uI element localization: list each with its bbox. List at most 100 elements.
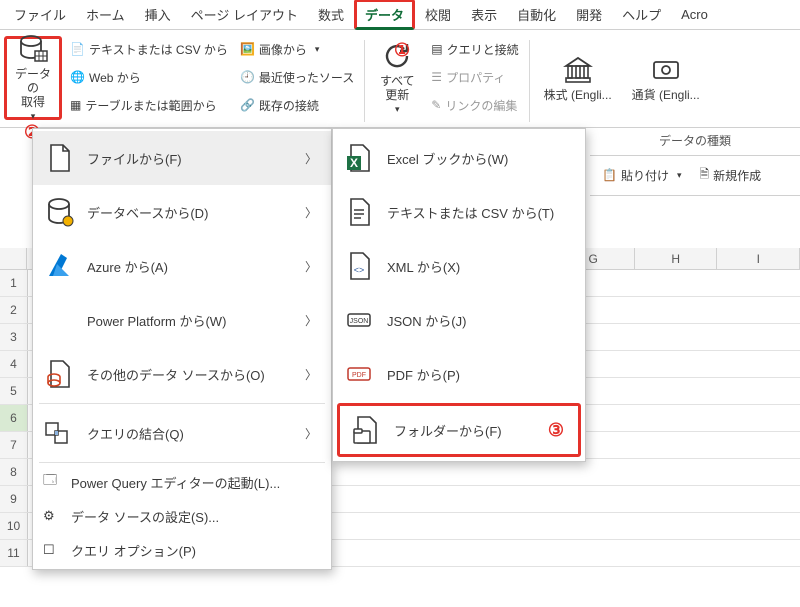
svg-text:X: X <box>350 156 358 170</box>
tab-dev[interactable]: 開発 <box>566 0 612 29</box>
col-header[interactable]: H <box>635 248 718 269</box>
menu-from-file[interactable]: ファイルから(F) 〉 <box>33 131 331 185</box>
tab-view[interactable]: 表示 <box>461 0 507 29</box>
currency-label: 通貨 (Engli... <box>632 88 700 102</box>
chevron-down-icon: ▾ <box>31 109 36 123</box>
paste-icon: 📋 <box>602 168 617 182</box>
refresh-all-button[interactable]: すべて 更新 ▾ <box>371 36 423 120</box>
existing-connections-button[interactable]: 🔗 既存の接続 <box>236 92 358 118</box>
tab-acrobat[interactable]: Acro <box>671 2 718 27</box>
tab-layout[interactable]: ページ レイアウト <box>181 0 308 29</box>
queries-column: ▤ クエリと接続 ☰ プロパティ ✎ リンクの編集 <box>427 36 522 118</box>
from-text-csv-button[interactable]: 📄 テキストまたは CSV から <box>66 36 232 62</box>
row-header[interactable]: 9 <box>0 486 28 512</box>
from-image-button[interactable]: 🖼️ 画像から▾ <box>236 36 358 62</box>
submenu-from-xml[interactable]: <> XML から(X) <box>333 239 585 293</box>
get-data-label: データの 取得 <box>11 67 55 109</box>
properties-button[interactable]: ☰ プロパティ <box>427 64 522 90</box>
data-types-group-label: データの種類 <box>590 128 800 156</box>
options-icon: ☐ <box>43 542 61 558</box>
submenu-from-pdf[interactable]: PDF PDF から(P) <box>333 347 585 401</box>
refresh-icon <box>381 40 413 72</box>
chevron-right-icon: 〉 <box>305 258 317 275</box>
menu-from-other[interactable]: その他のデータ ソースから(O) 〉 <box>33 347 331 401</box>
separator <box>364 40 365 122</box>
editor-icon: 🗔 <box>43 471 61 493</box>
row-header[interactable]: 3 <box>0 324 28 350</box>
bank-icon <box>562 54 594 86</box>
separator <box>529 40 530 122</box>
svg-text:<>: <> <box>354 265 365 275</box>
gear-icon: ⚙ <box>43 508 61 524</box>
tab-review[interactable]: 校閲 <box>415 0 461 29</box>
json-icon: JSON <box>343 304 375 336</box>
row-header[interactable]: 5 <box>0 378 28 404</box>
tab-data[interactable]: データ <box>354 0 415 30</box>
row-header[interactable]: 8 <box>0 459 28 485</box>
recent-sources-button[interactable]: 🕘 最近使ったソース <box>236 64 358 90</box>
from-file-submenu: X Excel ブックから(W) テキストまたは CSV から(T) <> XM… <box>332 128 586 462</box>
link-edit-icon: ✎ <box>431 98 441 112</box>
file-icon <box>43 142 75 174</box>
tab-help[interactable]: ヘルプ <box>612 0 671 29</box>
row-header[interactable]: 11 <box>0 540 28 566</box>
table-icon: ▦ <box>70 98 81 112</box>
blank-icon <box>43 304 75 336</box>
cash-icon <box>650 54 682 86</box>
list-icon: ▤ <box>431 42 442 56</box>
menu-from-power-platform[interactable]: Power Platform から(W) 〉 <box>33 293 331 347</box>
menu-launch-pq-editor[interactable]: 🗔 Power Query エディターの起動(L)... <box>33 465 331 499</box>
paste-button[interactable]: 📋 貼り付け▾ <box>598 162 686 188</box>
tab-home[interactable]: ホーム <box>76 0 135 29</box>
from-web-button[interactable]: 🌐 Web から <box>66 64 232 90</box>
queries-connections-button[interactable]: ▤ クエリと接続 <box>427 36 522 62</box>
get-data-menu: ファイルから(F) 〉 データベースから(D) 〉 Azure から(A) 〉 … <box>32 128 332 570</box>
azure-icon <box>43 250 75 282</box>
row-header[interactable]: 2 <box>0 297 28 323</box>
combine-icon <box>43 417 75 449</box>
new-file-icon: 🗎 <box>700 165 710 186</box>
tab-file[interactable]: ファイル <box>4 0 76 29</box>
chevron-down-icon: ▾ <box>395 102 400 116</box>
chevron-right-icon: 〉 <box>305 366 317 383</box>
submenu-from-json[interactable]: JSON JSON から(J) <box>333 293 585 347</box>
annotation-3: ③ <box>548 420 564 441</box>
menu-query-options[interactable]: ☐ クエリ オプション(P) <box>33 533 331 567</box>
menu-from-database[interactable]: データベースから(D) 〉 <box>33 185 331 239</box>
svg-text:PDF: PDF <box>352 372 366 379</box>
tab-formulas[interactable]: 数式 <box>308 0 354 29</box>
submenu-from-folder[interactable]: フォルダーから(F) ③ <box>337 403 581 457</box>
tab-insert[interactable]: 挿入 <box>135 0 181 29</box>
menu-from-azure[interactable]: Azure から(A) 〉 <box>33 239 331 293</box>
row-header[interactable]: 6 <box>0 405 28 431</box>
col-header[interactable]: I <box>717 248 800 269</box>
excel-icon: X <box>343 142 375 174</box>
get-data-button[interactable]: データの 取得 ▾ <box>4 36 62 120</box>
row-header[interactable]: 1 <box>0 270 28 296</box>
chevron-right-icon: 〉 <box>305 150 317 167</box>
text-file-icon <box>343 196 375 228</box>
source-column-1: 📄 テキストまたは CSV から 🌐 Web から ▦ テーブルまたは範囲から <box>66 36 232 118</box>
submenu-from-text-csv[interactable]: テキストまたは CSV から(T) <box>333 185 585 239</box>
from-table-range-button[interactable]: ▦ テーブルまたは範囲から <box>66 92 232 118</box>
stocks-label: 株式 (Engli... <box>544 88 612 102</box>
row-header[interactable]: 10 <box>0 513 28 539</box>
row-header[interactable]: 7 <box>0 432 28 458</box>
svg-text:JSON: JSON <box>350 318 369 325</box>
chevron-right-icon: 〉 <box>305 312 317 329</box>
database-icon <box>17 33 49 65</box>
xml-icon: <> <box>343 250 375 282</box>
menu-data-source-settings[interactable]: ⚙ データ ソースの設定(S)... <box>33 499 331 533</box>
row-header[interactable]: 4 <box>0 351 28 377</box>
new-button[interactable]: 🗎 新規作成 <box>696 162 766 188</box>
ribbon-body: データの 取得 ▾ 📄 テキストまたは CSV から 🌐 Web から ▦ テー… <box>0 30 800 128</box>
tab-auto[interactable]: 自動化 <box>507 0 566 29</box>
clock-icon: 🕘 <box>240 70 255 84</box>
stocks-data-type-button[interactable]: 株式 (Engli... <box>536 36 620 120</box>
currency-data-type-button[interactable]: 通貨 (Engli... <box>624 36 708 120</box>
refresh-all-label: すべて 更新 <box>380 74 415 102</box>
source-column-2: 🖼️ 画像から▾ 🕘 最近使ったソース 🔗 既存の接続 <box>236 36 358 118</box>
edit-links-button[interactable]: ✎ リンクの編集 <box>427 92 522 118</box>
submenu-from-workbook[interactable]: X Excel ブックから(W) <box>333 131 585 185</box>
menu-combine-queries[interactable]: クエリの結合(Q) 〉 <box>33 406 331 460</box>
